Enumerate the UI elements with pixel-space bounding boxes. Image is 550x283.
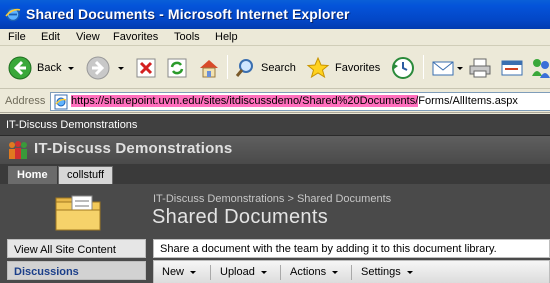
settings-menu[interactable]: Settings bbox=[361, 266, 413, 278]
actions-menu-label: Actions bbox=[290, 266, 327, 278]
sp-page-breadcrumb[interactable]: IT-Discuss Demonstrations > Shared Docum… bbox=[153, 193, 391, 205]
mail-icon bbox=[432, 61, 454, 76]
address-label: Address bbox=[5, 95, 46, 107]
upload-menu[interactable]: Upload bbox=[220, 266, 267, 278]
home-button[interactable] bbox=[197, 52, 221, 84]
search-button[interactable]: Search bbox=[234, 52, 296, 84]
print-button[interactable] bbox=[468, 52, 492, 84]
star-icon bbox=[306, 56, 330, 79]
menu-bar: File Edit View Favorites Tools Help bbox=[0, 29, 550, 46]
toolbar-separator bbox=[423, 55, 424, 79]
library-toolbar: New Upload Actions Settings bbox=[153, 260, 550, 283]
menu-view[interactable]: View bbox=[76, 31, 100, 43]
sp-site-header: IT-Discuss Demonstrations bbox=[0, 136, 550, 164]
toolbar-separator bbox=[351, 265, 352, 280]
back-arrow-icon bbox=[8, 56, 32, 80]
history-button[interactable] bbox=[391, 52, 415, 84]
back-label: Back bbox=[37, 62, 62, 74]
sp-top-nav: Home collstuff bbox=[0, 164, 550, 184]
toolbar-separator bbox=[280, 265, 281, 280]
refresh-button[interactable] bbox=[166, 52, 188, 84]
tab-collstuff[interactable]: collstuff bbox=[58, 166, 114, 184]
sp-global-breadcrumb[interactable]: IT-Discuss Demonstrations bbox=[6, 119, 137, 131]
home-icon bbox=[200, 60, 218, 78]
menu-tools[interactable]: Tools bbox=[174, 31, 200, 43]
actions-menu[interactable]: Actions bbox=[290, 266, 339, 278]
forward-button[interactable] bbox=[86, 52, 110, 84]
menu-file[interactable]: File bbox=[8, 31, 26, 43]
library-description: Share a document with the team by adding… bbox=[153, 239, 550, 258]
address-bar: Address https://sharepoint.uvm.edu/sites… bbox=[0, 90, 550, 113]
search-icon bbox=[235, 59, 253, 77]
window-title-bar[interactable]: Shared Documents - Microsoft Internet Ex… bbox=[0, 0, 550, 29]
forward-dropdown-arrow[interactable] bbox=[118, 67, 124, 70]
menu-favorites[interactable]: Favorites bbox=[113, 31, 158, 43]
messenger-icon bbox=[532, 59, 550, 78]
standard-toolbar: Back Search Favorites bbox=[0, 47, 550, 89]
address-url[interactable]: https://sharepoint.uvm.edu/sites/itdiscu… bbox=[71, 95, 518, 107]
page-title: Shared Documents bbox=[152, 206, 329, 228]
new-menu[interactable]: New bbox=[162, 266, 197, 278]
favorites-button[interactable]: Favorites bbox=[306, 52, 380, 84]
settings-menu-label: Settings bbox=[361, 266, 401, 278]
refresh-icon bbox=[167, 58, 187, 78]
toolbar-separator bbox=[210, 265, 211, 280]
menu-edit[interactable]: Edit bbox=[41, 31, 60, 43]
upload-dropdown-arrow bbox=[260, 270, 267, 274]
sp-site-title[interactable]: IT-Discuss Demonstrations bbox=[34, 140, 232, 157]
printer-icon bbox=[469, 58, 491, 78]
address-input[interactable]: https://sharepoint.uvm.edu/sites/itdiscu… bbox=[50, 92, 550, 111]
menu-help[interactable]: Help bbox=[215, 31, 238, 43]
discussions-link[interactable]: Discussions bbox=[7, 261, 146, 280]
history-icon bbox=[392, 57, 414, 79]
upload-menu-label: Upload bbox=[220, 266, 255, 278]
new-dropdown-arrow bbox=[190, 270, 197, 274]
sp-global-breadcrumb-bar: IT-Discuss Demonstrations bbox=[0, 114, 550, 136]
new-menu-label: New bbox=[162, 266, 185, 278]
mail-button[interactable] bbox=[431, 52, 455, 84]
people-group-icon bbox=[9, 141, 27, 159]
address-url-highlighted: https://sharepoint.uvm.edu/sites/itdiscu… bbox=[71, 95, 419, 107]
internet-explorer-icon bbox=[5, 7, 21, 22]
window-title: Shared Documents - Microsoft Internet Ex… bbox=[26, 6, 350, 22]
page-icon bbox=[54, 94, 68, 110]
edit-button[interactable] bbox=[500, 52, 524, 84]
forward-arrow-icon bbox=[86, 56, 110, 80]
address-url-rest: Forms/AllItems.aspx bbox=[418, 95, 518, 107]
settings-dropdown-arrow bbox=[406, 270, 413, 274]
actions-dropdown-arrow bbox=[332, 270, 339, 274]
mail-dropdown-arrow[interactable] bbox=[457, 67, 463, 70]
back-button[interactable]: Back bbox=[8, 52, 61, 84]
stop-button[interactable] bbox=[135, 52, 157, 84]
sp-quick-launch: View All Site Content Discussions bbox=[7, 239, 146, 283]
toolbar-separator bbox=[227, 55, 228, 79]
folder-icon bbox=[55, 195, 101, 231]
tab-home[interactable]: Home bbox=[8, 166, 57, 184]
search-label: Search bbox=[261, 62, 296, 74]
messenger-button[interactable] bbox=[530, 52, 550, 84]
edit-icon bbox=[501, 60, 523, 76]
favorites-label: Favorites bbox=[335, 62, 381, 74]
back-dropdown-arrow[interactable] bbox=[68, 67, 74, 70]
view-all-site-content-link[interactable]: View All Site Content bbox=[7, 239, 146, 258]
stop-icon bbox=[136, 58, 156, 78]
